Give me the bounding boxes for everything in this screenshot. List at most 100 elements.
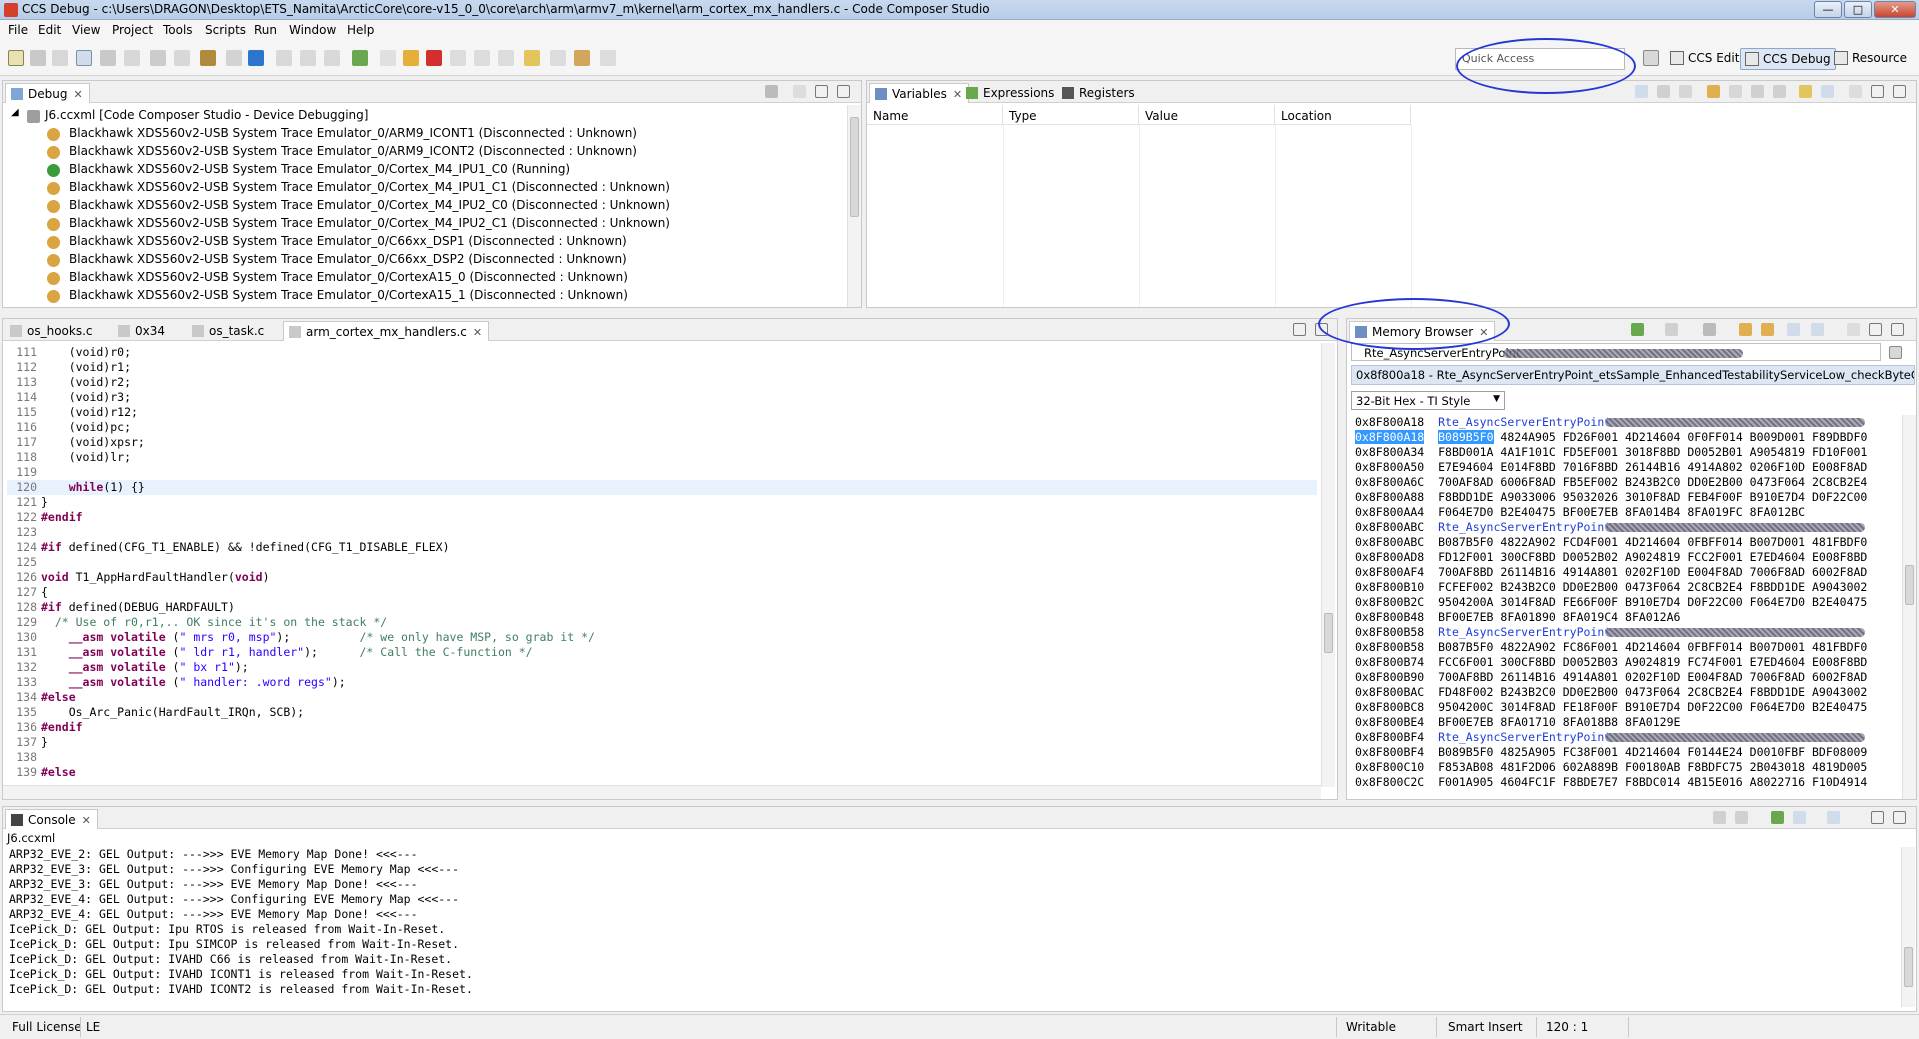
memory-row[interactable]: 0x8F800B58 B087B5F0 4822A902 FC86F001 4D… [1355,640,1867,655]
editor-hscrollbar[interactable] [3,785,1321,799]
perspective-resource[interactable]: Resource [1830,48,1911,70]
load-icon[interactable] [1729,85,1742,98]
code-editor[interactable]: 111 (void)r0;112 (void)r1;113 (void)r2;1… [7,343,1317,783]
memory-row[interactable]: 0x8F800B74 FCC6F001 300CF8BD D0052B03 A9… [1355,655,1867,670]
open-console-icon[interactable] [1827,811,1840,824]
code-line[interactable]: 120 while(1) {} [7,480,1317,495]
remove-terminated-icon[interactable] [765,85,778,98]
scroll-lock-icon[interactable] [1735,811,1748,824]
memory-row[interactable]: 0x8F800ABC Rte_AsyncServerEntryPoint [1355,520,1611,535]
bug-icon[interactable] [352,50,368,66]
link-icon[interactable] [1761,323,1774,336]
new-view-icon[interactable] [1821,85,1834,98]
code-line[interactable]: 139#else [7,765,76,780]
pin-view-icon[interactable] [1811,323,1824,336]
refresh-icon[interactable] [1631,323,1644,336]
view-menu-icon[interactable] [793,85,806,98]
refresh-icon[interactable] [1707,85,1720,98]
maximize-button[interactable]: □ [1844,1,1872,18]
tab-debug[interactable]: Debug✕ [5,83,90,103]
code-line[interactable]: 111 (void)r0; [7,345,131,360]
pin-icon[interactable] [524,50,540,66]
memory-row[interactable]: 0x8F800B2C 9504200A 3014F8AD FE66F00F B9… [1355,595,1867,610]
memory-format-select[interactable]: 32-Bit Hex - TI Style ▼ [1351,391,1505,410]
minimize-view-icon[interactable] [1871,811,1884,824]
menu-run[interactable]: Run [254,23,277,37]
back-icon[interactable] [574,50,590,66]
view-menu-icon[interactable] [1847,323,1860,336]
code-line[interactable]: 123 [7,525,41,540]
save-all-icon[interactable] [52,50,68,66]
memory-row[interactable]: 0x8F800BF4 B089B5F0 4825A905 FC38F001 4D… [1355,745,1867,760]
code-line[interactable]: 134#else [7,690,76,705]
code-line[interactable]: 115 (void)r12; [7,405,138,420]
tab-0x34[interactable]: 0x34 [113,321,171,341]
tab-os-task[interactable]: os_task.c [187,321,270,341]
debug-view-icon[interactable] [76,50,92,66]
step-over-icon[interactable] [474,50,490,66]
code-line[interactable]: 135 Os_Arc_Panic(HardFault_IRQn, SCB); [7,705,304,720]
expand-icon[interactable]: ◢ [11,107,19,118]
prev-annotation-icon[interactable] [550,50,566,66]
memory-selected-word[interactable]: B089B5F0 [1438,430,1493,444]
tab-console[interactable]: Console✕ [5,809,98,829]
debug-icon[interactable] [248,50,264,66]
minimize-view-icon[interactable] [815,85,828,98]
memory-row[interactable]: 0x8F800B48 BF00E7EB 8FA01890 8FA019C4 8F… [1355,610,1680,625]
memory-row[interactable]: 0x8F800A34 F8BD001A 4A1F101C FD5EF001 30… [1355,445,1867,460]
menu-window[interactable]: Window [289,23,336,37]
code-line[interactable]: 124#if defined(CFG_T1_ENABLE) && !define… [7,540,450,555]
menu-tools[interactable]: Tools [163,23,193,37]
scroll-thumb[interactable] [1905,565,1914,605]
forward-icon[interactable] [600,50,616,66]
memory-row[interactable]: 0x8F800B10 FCFEF002 B243B2C0 DD0E2B00 04… [1355,580,1867,595]
close-icon[interactable]: ✕ [473,326,482,339]
maximize-view-icon[interactable] [1893,85,1906,98]
new-view-icon[interactable] [1787,323,1800,336]
code-line[interactable]: 132 __asm volatile (" bx r1"); [7,660,249,675]
tab-arm-cortex-mx-handlers[interactable]: arm_cortex_mx_handlers.c✕ [283,321,489,341]
step-return-icon[interactable] [498,50,514,66]
go-icon[interactable] [1889,346,1902,359]
step-icon[interactable] [276,50,292,66]
code-line[interactable]: 118 (void)lr; [7,450,131,465]
memory-row[interactable]: 0x8F800ABC B087B5F0 4822A902 FCD4F001 4D… [1355,535,1867,550]
code-line[interactable]: 131 __asm volatile (" ldr r1, handler");… [7,645,533,660]
skip-icon[interactable] [300,50,316,66]
memory-row[interactable]: 0x8F800AA4 F064E7D0 B2E40475 BF00E7EB 8F… [1355,505,1805,520]
memory-scrollbar[interactable] [1902,415,1916,799]
menu-edit[interactable]: Edit [38,23,61,37]
resume-icon[interactable] [380,50,396,66]
memory-row[interactable]: 0x8F800B90 700AF8BD 26114B16 4914A801 02… [1355,670,1867,685]
sync-icon[interactable] [1739,323,1752,336]
save-memory-icon[interactable] [1665,323,1678,336]
save-icon[interactable] [30,50,46,66]
perspective-ccs-edit[interactable]: CCS Edit [1666,48,1743,70]
console-output[interactable]: ARP32_EVE_2: GEL Output: --->>> EVE Memo… [3,847,1893,1011]
code-line[interactable]: 125 [7,555,41,570]
load-memory-icon[interactable] [1703,323,1716,336]
memory-row[interactable]: 0x8F800A6C 700AF8AD 6006F8AD FB5EF002 B2… [1355,475,1867,490]
scroll-thumb[interactable] [1324,613,1333,653]
memory-row[interactable]: 0x8F800A18 Rte_AsyncServerEntryPoint [1355,415,1611,430]
close-icon[interactable]: ✕ [82,814,91,827]
menu-scripts[interactable]: Scripts [205,23,246,37]
maximize-view-icon[interactable] [1893,811,1906,824]
tab-expressions[interactable]: Expressions [961,83,1060,103]
memory-row[interactable]: 0x8F800A88 F8BDD1DE A9033006 95032026 30… [1355,490,1867,505]
minimize-button[interactable]: — [1814,1,1842,18]
tools-icon[interactable] [200,50,216,66]
memory-row[interactable]: 0x8F800B58 Rte_AsyncServerEntryPoint [1355,625,1611,640]
memory-row[interactable]: 0x8F800A18 B089B5F0 4824A905 FD26F001 4D… [1355,430,1867,445]
code-line[interactable]: 127{ [7,585,48,600]
pin-console-icon[interactable] [1771,811,1784,824]
minimize-view-icon[interactable] [1293,323,1306,336]
remove-icon[interactable] [1751,85,1764,98]
debug-scrollbar[interactable] [847,105,861,307]
code-line[interactable]: 133 __asm volatile (" handler: .word reg… [7,675,346,690]
step-into-icon[interactable] [450,50,466,66]
memory-row[interactable]: 0x8F800AF4 700AF8BD 26114B16 4914A801 02… [1355,565,1867,580]
menu-file[interactable]: File [8,23,28,37]
memory-row[interactable]: 0x8F800BC8 9504200C 3014F8AD FE18F00F B9… [1355,700,1867,715]
disconnect-icon[interactable] [174,50,190,66]
